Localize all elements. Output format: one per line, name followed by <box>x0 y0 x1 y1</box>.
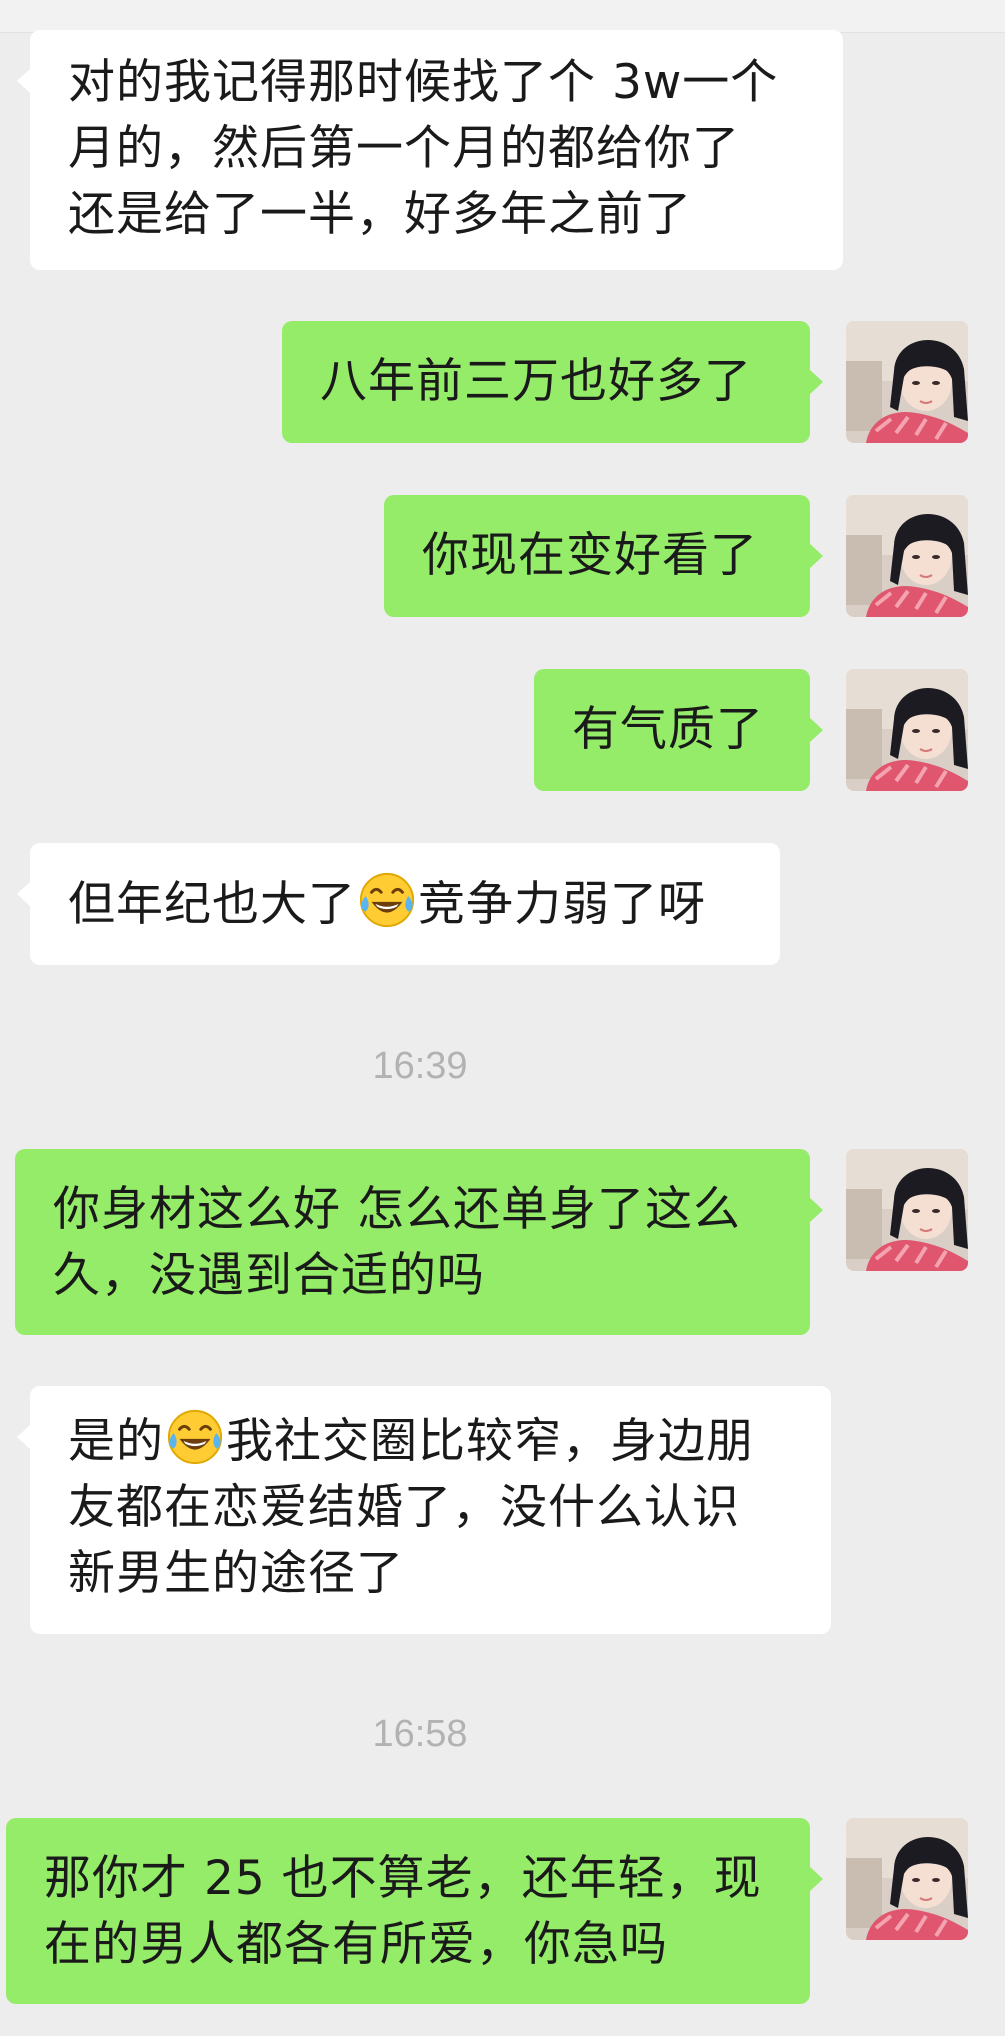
received-message-bubble[interactable]: 但年纪也大了 竞争力弱了呀 <box>17 843 780 965</box>
user-avatar[interactable] <box>846 1149 968 1271</box>
message-text: 竞争力弱了呀 <box>418 877 706 932</box>
timestamp: 16:58 <box>372 1713 468 1755</box>
sent-message-bubble[interactable]: 你身材这么好 怎么还单身了这么 久，没遇到合适的吗 <box>15 1149 823 1335</box>
received-message-bubble[interactable]: 是的 我社交圈比较窄，身边朋 友都在恋爱结婚了，没什么认识 新男生的途径了 <box>17 1386 831 1634</box>
message-text: 是的 <box>68 1414 164 1469</box>
user-avatar[interactable] <box>846 495 968 617</box>
message-line: 久，没遇到合适的吗 <box>53 1248 485 1303</box>
message-line: 是的 我社交圈比较窄，身边朋 <box>68 1408 831 1475</box>
message-line: 你身材这么好 怎么还单身了这么 <box>53 1182 741 1237</box>
face-with-tears-of-joy-icon <box>358 871 416 929</box>
user-avatar[interactable] <box>846 669 968 791</box>
message-line: 友都在恋爱结婚了，没什么认识 <box>68 1480 740 1535</box>
message-line: 八年前三万也好多了 <box>320 354 752 409</box>
face-with-tears-of-joy-icon <box>166 1408 224 1466</box>
message-line: 有气质了 <box>572 702 764 757</box>
message-text: 但年纪也大了 <box>68 877 356 932</box>
message-line: 那你才 25 也不算老，还年轻，现 <box>44 1851 762 1906</box>
message-line: 你现在变好看了 <box>422 528 758 583</box>
message-line: 还是给了一半，好多年之前了 <box>68 187 692 242</box>
sent-message-bubble[interactable]: 八年前三万也好多了 <box>282 321 823 443</box>
user-avatar[interactable] <box>846 1818 968 1940</box>
status-bar-edge <box>0 0 1005 33</box>
message-line: 新男生的途径了 <box>68 1546 404 1601</box>
received-message-bubble[interactable]: 对的我记得那时候找了个 3w一个 月的，然后第一个月的都给你了 还是给了一半，好… <box>17 30 843 270</box>
user-avatar[interactable] <box>846 321 968 443</box>
sent-message-bubble[interactable]: 有气质了 <box>534 669 823 791</box>
message-line: 月的，然后第一个月的都给你了 <box>68 121 740 176</box>
message-line: 但年纪也大了 竞争力弱了呀 <box>68 871 780 938</box>
message-line: 对的我记得那时候找了个 3w一个 <box>68 55 779 110</box>
message-text: 我社交圈比较窄，身边朋 <box>226 1414 754 1469</box>
message-line: 在的男人都各有所爱，你急吗 <box>44 1917 668 1972</box>
timestamp: 16:39 <box>372 1045 468 1087</box>
sent-message-bubble[interactable]: 你现在变好看了 <box>384 495 823 617</box>
sent-message-bubble[interactable]: 那你才 25 也不算老，还年轻，现 在的男人都各有所爱，你急吗 <box>6 1818 823 2004</box>
